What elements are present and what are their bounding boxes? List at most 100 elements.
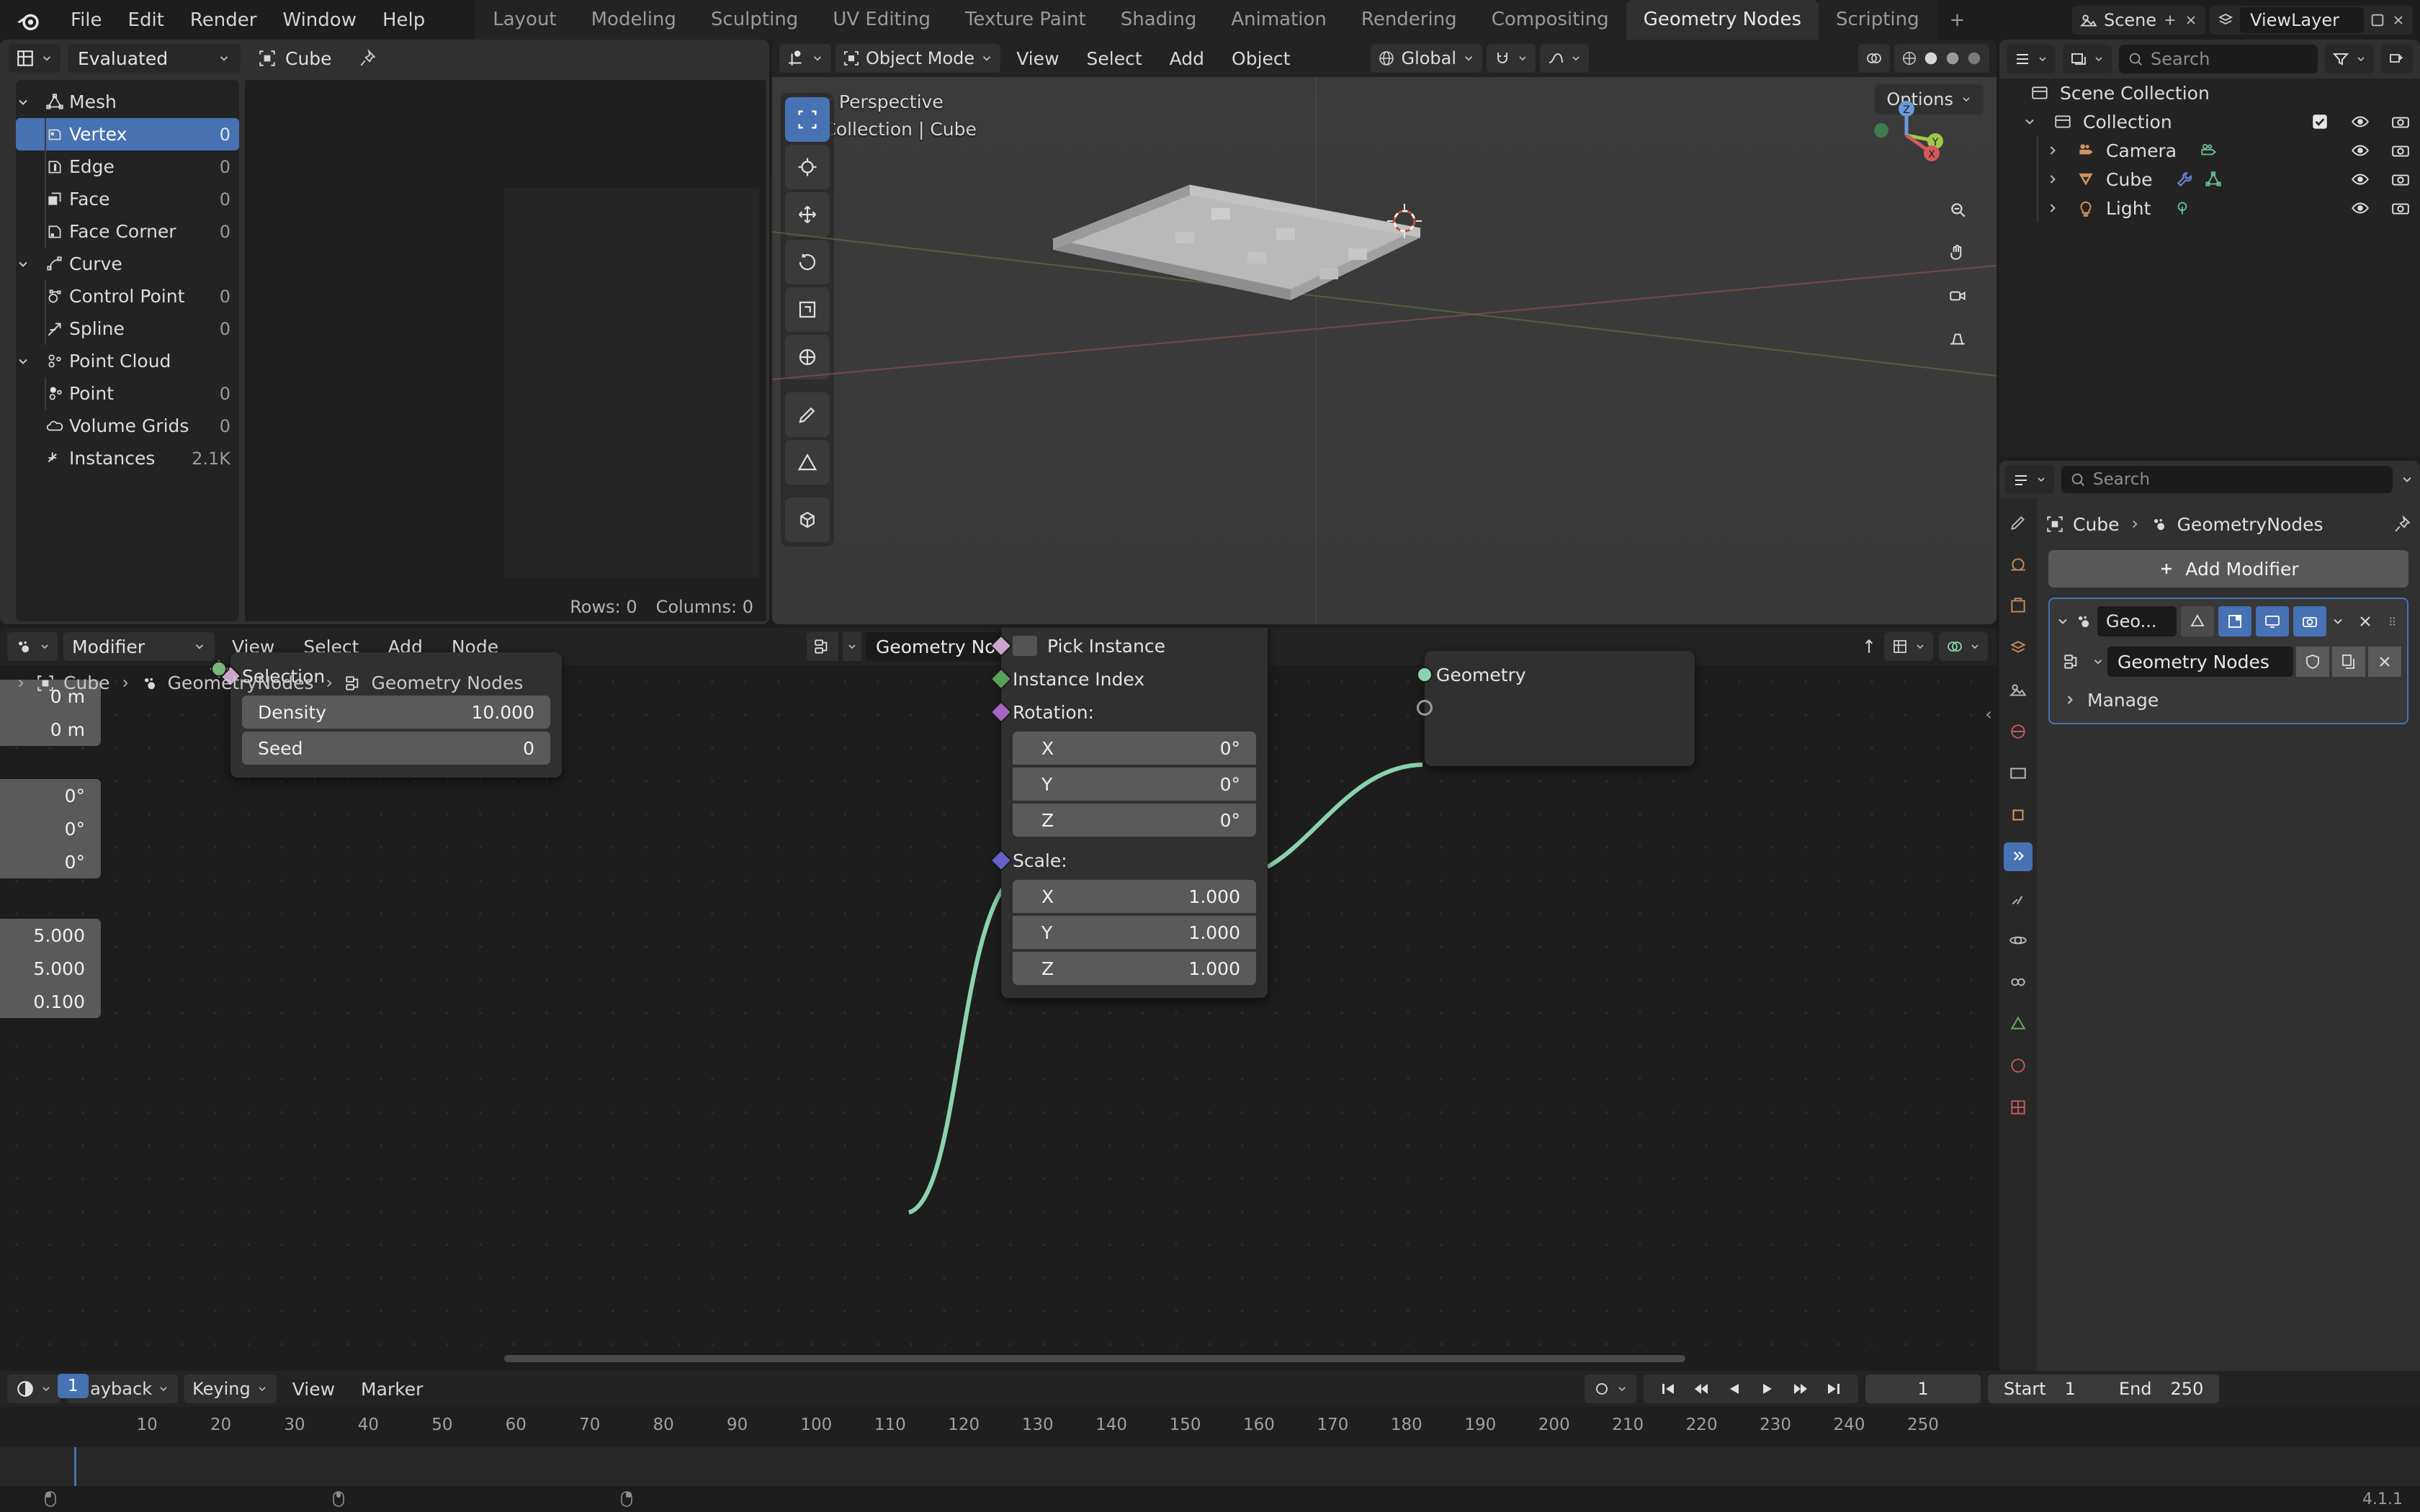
chevron-down-icon[interactable]	[843, 632, 861, 661]
node-canvas[interactable]: Cube GeometryNodes Geometry Nodes	[0, 665, 1996, 1368]
viewport-menu-select[interactable]: Select	[1075, 48, 1154, 69]
tab-modifiers[interactable]	[2004, 842, 2033, 871]
editor-type-selector-timeline[interactable]	[7, 1374, 60, 1403]
modifier-name-field[interactable]: Geo...	[2097, 606, 2177, 636]
chevron-down-icon[interactable]	[16, 257, 40, 271]
spreadsheet-row-curve[interactable]: Curve	[16, 248, 239, 280]
proportional-edit-button[interactable]	[1540, 44, 1589, 73]
light-data-icon[interactable]	[2168, 199, 2197, 217]
node-sidebar-toggle[interactable]: ‹	[1985, 704, 1992, 724]
node-input-rotation[interactable]: Rotation:	[1001, 696, 1268, 729]
jump-to-previous-keyframe-icon[interactable]	[1693, 1380, 1710, 1398]
breadcrumb-object-name[interactable]: Cube	[2073, 514, 2120, 535]
spreadsheet-row-mesh[interactable]: Mesh	[16, 86, 239, 118]
realtime-cage-toggle[interactable]	[2218, 606, 2251, 636]
chevron-right-icon[interactable]	[14, 677, 27, 690]
tab-material[interactable]	[2004, 1051, 2033, 1080]
snap-nodes-icon[interactable]	[1860, 637, 1878, 656]
manage-section[interactable]: Manage	[2056, 683, 2401, 717]
hide-in-viewport-icon[interactable]	[2351, 112, 2370, 131]
menu-help[interactable]: Help	[369, 5, 438, 35]
spreadsheet-row-face-corner[interactable]: Face Corner0	[16, 215, 239, 248]
spreadsheet-row-vertex[interactable]: Vertex0	[16, 118, 239, 150]
editor-type-selector-viewport[interactable]	[779, 44, 831, 73]
dataset-dropdown[interactable]: Evaluated	[68, 44, 241, 73]
menu-window[interactable]: Window	[269, 5, 369, 35]
outliner-row-collection[interactable]: Collection	[1999, 107, 2420, 136]
chevron-down-icon[interactable]	[16, 354, 40, 369]
duplicate-node-group-icon[interactable]	[2332, 647, 2365, 677]
outliner-row-scene-collection[interactable]: Scene Collection	[1999, 78, 2420, 107]
timeline-menu-marker[interactable]: Marker	[351, 1379, 433, 1400]
node-output-virtual-socket[interactable]	[1425, 691, 1695, 724]
workspace-tab-sculpting[interactable]: Sculpting	[694, 0, 815, 40]
scene-selector[interactable]: Scene	[2072, 6, 2205, 35]
tab-data[interactable]	[2004, 1009, 2033, 1038]
hide-in-viewport-icon[interactable]	[2351, 199, 2370, 217]
workspace-tab-scripting[interactable]: Scripting	[1819, 0, 1937, 40]
offscreen-value-6[interactable]: 5.000	[0, 952, 101, 985]
jump-to-next-keyframe-icon[interactable]	[1792, 1380, 1809, 1398]
editor-type-selector-nodes[interactable]	[7, 632, 58, 661]
outliner-row-camera[interactable]: Camera	[1999, 136, 2420, 165]
spreadsheet-row-face[interactable]: Face0	[16, 183, 239, 215]
timeline-ruler[interactable]: 1020304050607080901001101201301401501601…	[0, 1407, 2420, 1447]
menu-render[interactable]: Render	[177, 5, 270, 35]
spreadsheet-row-control-point[interactable]: Control Point0	[16, 280, 239, 312]
node-snapping-button[interactable]	[1884, 632, 1933, 661]
play-reverse-icon[interactable]	[1726, 1380, 1743, 1398]
node-group-browse-icon[interactable]	[807, 632, 838, 661]
add-modifier-button[interactable]: Add Modifier	[2048, 550, 2408, 588]
tab-scene[interactable]	[2004, 675, 2033, 704]
disable-in-renders-icon[interactable]	[2391, 141, 2410, 160]
collection-exclude-checkbox[interactable]	[2311, 112, 2329, 131]
disable-in-renders-icon[interactable]	[2391, 170, 2410, 189]
snap-magnet-button[interactable]	[1487, 44, 1536, 73]
viewport-canvas[interactable]: User Perspective (1) Collection | Cube O…	[772, 77, 1996, 624]
tab-render[interactable]	[2004, 550, 2033, 579]
workspace-tab-uv-editing[interactable]: UV Editing	[815, 0, 948, 40]
workspace-tab-layout[interactable]: Layout	[475, 0, 573, 40]
node-instance-on-points[interactable]: Pick Instance Instance Index Rotation: X…	[1001, 628, 1268, 998]
tab-physics[interactable]	[2004, 926, 2033, 955]
offscreen-value-3[interactable]: 0°	[0, 812, 101, 845]
tab-tool[interactable]	[2004, 508, 2033, 537]
scale-y-field[interactable]: Y 1.000	[1013, 916, 1256, 949]
node-tree-type-dropdown[interactable]: Modifier	[63, 632, 215, 661]
node-input-scale[interactable]: Scale:	[1001, 844, 1268, 877]
tab-output[interactable]	[2004, 592, 2033, 621]
workspace-tab-texture-paint[interactable]: Texture Paint	[948, 0, 1103, 40]
hide-in-viewport-icon[interactable]	[2351, 141, 2370, 160]
socket-scale[interactable]	[990, 849, 1012, 871]
socket-rotation[interactable]	[990, 701, 1012, 723]
play-icon[interactable]	[1759, 1380, 1776, 1398]
spreadsheet-row-edge[interactable]: Edge0	[16, 150, 239, 183]
chevron-down-icon[interactable]	[16, 95, 40, 109]
mesh-data-icon[interactable]	[2199, 170, 2228, 189]
rotation-x-field[interactable]: X 0°	[1013, 732, 1256, 765]
hide-in-viewport-icon[interactable]	[2351, 170, 2370, 189]
pin-icon[interactable]	[2393, 515, 2411, 534]
auto-keying-button[interactable]	[1585, 1374, 1636, 1403]
node-distribute-points-on-faces[interactable]: Selection Density 10.000 Seed 0	[230, 652, 562, 778]
offscreen-value-1[interactable]: 0 m	[0, 713, 101, 746]
editor-type-selector-properties[interactable]	[2005, 465, 2054, 494]
display-mode-selector[interactable]	[2063, 45, 2112, 73]
timeline-playhead[interactable]	[74, 1447, 76, 1486]
blender-logo-icon[interactable]	[12, 4, 45, 37]
editor-type-selector-spreadsheet[interactable]	[9, 44, 60, 73]
node-input-density[interactable]: Density 10.000	[242, 696, 550, 729]
spreadsheet-row-spline[interactable]: Spline0	[16, 312, 239, 345]
breadcrumb-modifier-name[interactable]: GeometryNodes	[2177, 514, 2323, 535]
socket-geometry[interactable]	[1417, 667, 1433, 683]
properties-search-input[interactable]: Search	[2061, 466, 2393, 493]
rotation-z-field[interactable]: Z 0°	[1013, 804, 1256, 837]
viewport-shading-options[interactable]	[1858, 44, 1890, 73]
new-collection-button[interactable]	[2381, 45, 2413, 73]
modifier-extras-chevron-icon[interactable]	[2331, 614, 2345, 629]
tab-constraints[interactable]	[2004, 968, 2033, 996]
node-input-instance-index[interactable]: Instance Index	[1001, 662, 1268, 696]
render-display-toggle[interactable]	[2293, 606, 2326, 636]
remove-modifier-icon[interactable]	[2357, 613, 2374, 630]
modifier-icon[interactable]	[2170, 170, 2199, 189]
